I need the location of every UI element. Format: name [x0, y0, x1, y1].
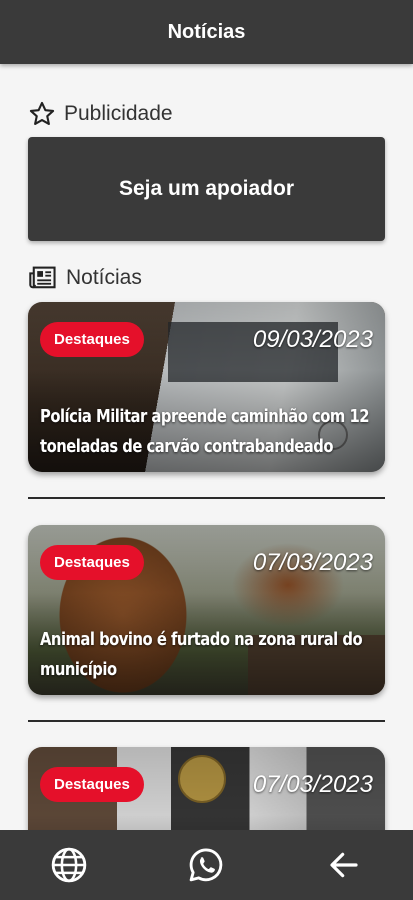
supporter-banner-label: Seja um apoiador	[118, 177, 295, 200]
divider	[28, 720, 385, 722]
ads-section-label: Publicidade	[64, 102, 173, 125]
category-badge: Destaques	[40, 545, 144, 580]
newspaper-icon	[29, 266, 56, 289]
arrow-back-icon	[330, 852, 358, 878]
category-badge: Destaques	[40, 322, 144, 357]
news-section-header: Notícias	[28, 264, 142, 292]
website-button[interactable]	[39, 835, 99, 895]
supporter-banner[interactable]: Seja um apoiador	[28, 137, 385, 241]
divider	[28, 497, 385, 499]
news-title: Polícia Militar apreende caminhão com 12…	[40, 406, 370, 457]
ads-section-header: Publicidade	[28, 100, 173, 128]
news-section-label: Notícias	[66, 266, 142, 289]
category-badge: Destaques	[40, 767, 144, 802]
news-date: 07/03/2023	[252, 771, 373, 798]
back-button[interactable]	[314, 835, 374, 895]
star-icon	[29, 101, 55, 125]
news-date: 09/03/2023	[252, 326, 373, 353]
app-bar: Notícias	[0, 0, 413, 64]
news-card[interactable]: Destaques 09/03/2023 Polícia Militar apr…	[28, 302, 385, 472]
page-title: Notícias	[167, 20, 246, 43]
globe-icon	[51, 847, 87, 883]
news-date: 07/03/2023	[252, 549, 373, 576]
content-area[interactable]: Publicidade Seja um apoiador Notícias De…	[0, 64, 413, 830]
whatsapp-icon	[190, 848, 223, 882]
news-card[interactable]: Destaques 07/03/2023	[28, 747, 385, 830]
news-title: Animal bovino é furtado na zona rural do…	[40, 629, 363, 680]
bottom-nav	[0, 830, 413, 900]
news-card[interactable]: Destaques 07/03/2023 Animal bovino é fur…	[28, 525, 385, 695]
whatsapp-button[interactable]	[176, 835, 236, 895]
